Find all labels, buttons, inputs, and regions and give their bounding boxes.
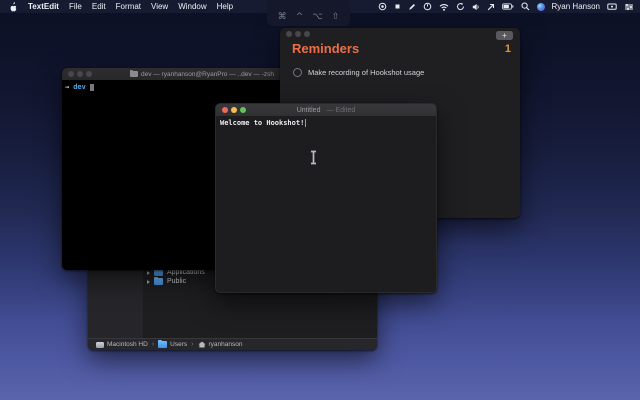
disclosure-triangle-icon[interactable]: [147, 270, 150, 275]
close-button[interactable]: [68, 71, 74, 77]
textedit-title: Untitled: [296, 106, 321, 114]
battery-icon: [501, 0, 514, 13]
menu-edit[interactable]: Edit: [92, 2, 106, 11]
insertion-caret: [305, 119, 307, 127]
close-button[interactable]: [222, 107, 228, 113]
disclosure-triangle-icon[interactable]: [147, 279, 150, 284]
menu-view[interactable]: View: [151, 2, 168, 11]
desktop: TextEdit File Edit Format View Window He…: [0, 0, 640, 400]
wifi-icon[interactable]: [439, 0, 449, 13]
textedit-content[interactable]: Welcome to Hookshot!: [216, 116, 436, 130]
path-segment-label: Macintosh HD: [107, 341, 148, 348]
reminders-titlebar[interactable]: [280, 28, 520, 39]
zoom-button[interactable]: [304, 30, 310, 37]
folder-icon: [158, 339, 168, 348]
document-text: Welcome to Hookshot!: [220, 119, 305, 127]
proxy-folder-icon: [129, 69, 138, 77]
path-segment-label: Users: [170, 341, 188, 348]
sync-icon[interactable]: [456, 0, 465, 13]
finder-row-label: Applications: [167, 269, 205, 276]
textedit-window: Untitled — Edited Welcome to Hookshot!: [215, 103, 437, 293]
record-indicator-icon[interactable]: [378, 0, 387, 13]
folder-icon: [154, 276, 163, 285]
shift-key-icon: ⇧: [331, 12, 340, 22]
pencil-icon[interactable]: [408, 0, 416, 13]
menu-format[interactable]: Format: [116, 2, 141, 11]
timer-icon[interactable]: [423, 0, 432, 13]
zoom-button[interactable]: [240, 107, 246, 113]
prompt-path: dev: [73, 83, 86, 91]
folder-icon: [154, 268, 163, 276]
minimize-button[interactable]: [77, 71, 83, 77]
path-chevron-icon: ›: [151, 341, 155, 348]
add-reminder-button[interactable]: +: [496, 31, 513, 40]
ibeam-cursor: [309, 150, 318, 170]
reminder-checkbox[interactable]: [293, 68, 302, 77]
apple-menu[interactable]: [9, 0, 18, 13]
modifier-key-panel: ⌘ ^ ⌥ ⇧: [267, 0, 350, 26]
command-key-icon: ⌘: [277, 12, 287, 22]
path-segment-disk[interactable]: Macintosh HD: [96, 341, 148, 348]
zoom-button[interactable]: [86, 71, 92, 77]
option-key-icon: ⌥: [312, 12, 323, 22]
control-key-icon: ^: [295, 12, 304, 22]
user-menu[interactable]: Ryan Hanson: [552, 2, 600, 11]
display-icon[interactable]: [607, 0, 617, 13]
menu-help[interactable]: Help: [217, 2, 233, 11]
apple-icon: [10, 1, 17, 11]
terminal-cursor: [89, 83, 94, 91]
reminder-item[interactable]: Make recording of Hookshot usage: [293, 68, 424, 77]
active-app-name[interactable]: TextEdit: [28, 2, 59, 11]
menu-file[interactable]: File: [69, 2, 82, 11]
minimize-button[interactable]: [231, 107, 237, 113]
path-segment-label: ryanhanson: [208, 341, 243, 348]
hook-arrow-icon[interactable]: [487, 0, 495, 13]
disk-icon: [96, 341, 104, 348]
reminders-count: 1: [504, 43, 511, 55]
siri-icon[interactable]: [536, 0, 545, 13]
reminder-label: Make recording of Hookshot usage: [308, 68, 425, 77]
minimize-button[interactable]: [295, 30, 301, 37]
control-center-icon[interactable]: [624, 0, 634, 13]
menu-window[interactable]: Window: [178, 2, 206, 11]
path-segment-home[interactable]: ryanhanson: [198, 341, 243, 348]
reminders-list-title: Reminders: [292, 41, 360, 56]
home-icon: [198, 341, 205, 348]
finder-sidebar: [88, 268, 143, 338]
finder-row-label: Public: [167, 278, 187, 285]
textedit-titlebar[interactable]: Untitled — Edited: [216, 104, 436, 116]
textedit-edited-badge: — Edited: [326, 106, 356, 114]
path-chevron-icon: ›: [191, 341, 194, 348]
path-segment-users[interactable]: Users: [158, 339, 188, 348]
spotlight-icon[interactable]: [521, 0, 530, 13]
terminal-title: dev — ryanhanson@RyanPro — ..dev — -zsh: [140, 70, 275, 78]
finder-path-bar: Macintosh HD › Users › ryanhanson: [88, 338, 377, 350]
stop-icon[interactable]: [394, 0, 401, 13]
prompt-arrow: →: [65, 83, 70, 91]
volume-icon[interactable]: [472, 0, 480, 13]
close-button[interactable]: [286, 30, 292, 37]
